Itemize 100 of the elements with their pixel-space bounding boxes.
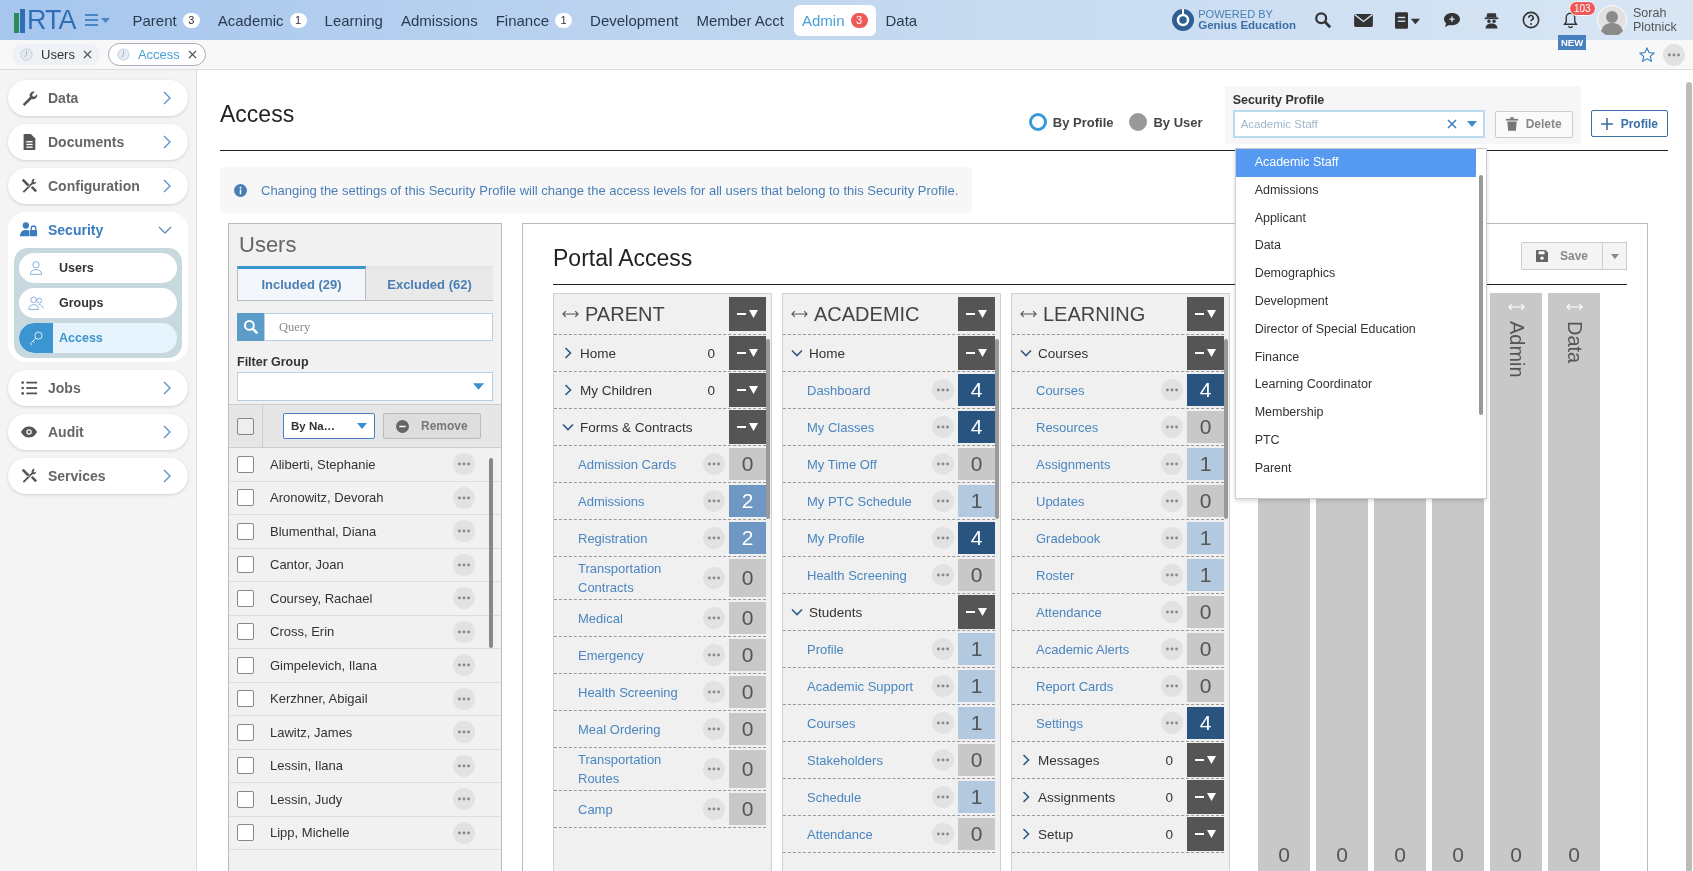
nav-tab[interactable]: Admin 3: [793, 4, 876, 36]
dropdown-option[interactable]: Academic Staff: [1235, 149, 1476, 177]
more-icon[interactable]: [453, 486, 475, 509]
filter-group-select[interactable]: [237, 372, 493, 401]
more-icon[interactable]: [932, 379, 954, 401]
page-link[interactable]: Academic Support: [807, 674, 928, 698]
dropdown-option[interactable]: Applicant: [1235, 204, 1476, 233]
scrollbar[interactable]: [766, 339, 770, 519]
nav-tab[interactable]: Member Acct: [688, 4, 792, 36]
access-level[interactable]: 4: [958, 411, 995, 443]
avatar-icon[interactable]: [1597, 5, 1627, 35]
page-link[interactable]: Camp: [578, 797, 699, 821]
submenu-item[interactable]: Groups: [19, 288, 177, 318]
checkbox[interactable]: [237, 690, 254, 708]
checkbox[interactable]: [237, 656, 254, 674]
checkbox[interactable]: [237, 589, 254, 607]
select-all-checkbox[interactable]: [237, 417, 254, 435]
sidebar-item[interactable]: Data: [8, 80, 188, 116]
more-icon[interactable]: [932, 638, 954, 660]
access-level[interactable]: 0: [1187, 411, 1224, 443]
more-icon[interactable]: [932, 749, 954, 771]
more-icon[interactable]: [1161, 379, 1183, 401]
checkbox[interactable]: [237, 522, 254, 540]
page-link[interactable]: Meal Ordering: [578, 717, 699, 741]
checkbox[interactable]: [237, 623, 254, 641]
more-icon[interactable]: [932, 712, 954, 734]
page-link[interactable]: Assignments: [1036, 452, 1157, 476]
sidebar-item[interactable]: Documents: [8, 124, 188, 160]
more-icon[interactable]: [453, 687, 475, 710]
more-icon[interactable]: [1161, 675, 1183, 697]
access-level[interactable]: 0: [729, 676, 766, 708]
page-link[interactable]: Courses: [807, 711, 928, 735]
nav-tab[interactable]: Admissions: [392, 4, 486, 36]
more-icon[interactable]: [453, 587, 475, 610]
radio-option[interactable]: By Profile: [1028, 113, 1114, 131]
more-icon[interactable]: [1161, 564, 1183, 586]
access-level[interactable]: 0: [958, 818, 995, 850]
more-icon[interactable]: [1161, 453, 1183, 475]
page-link[interactable]: Gradebook: [1036, 526, 1157, 550]
more-icon[interactable]: [932, 453, 954, 475]
access-level[interactable]: 4: [958, 374, 995, 406]
resize-arrows-icon[interactable]: [791, 310, 808, 318]
page-link[interactable]: Updates: [1036, 489, 1157, 513]
more-icon[interactable]: [932, 675, 954, 697]
access-level[interactable]: 1: [958, 485, 995, 517]
more-icon[interactable]: [1161, 712, 1183, 734]
more-icon[interactable]: [1161, 638, 1183, 660]
more-icon[interactable]: [453, 654, 475, 677]
collapsed-column[interactable]: Data 0: [1548, 293, 1600, 871]
access-menu-button[interactable]: [729, 410, 766, 444]
page-link[interactable]: Resources: [1036, 415, 1157, 439]
search-icon[interactable]: [1314, 11, 1332, 29]
access-level[interactable]: 0: [729, 713, 766, 745]
more-icon[interactable]: [703, 490, 725, 512]
more-icon[interactable]: [453, 788, 475, 811]
search-button[interactable]: [237, 313, 264, 341]
access-level[interactable]: 4: [1187, 707, 1224, 739]
page-link[interactable]: My PTC Schedule: [807, 489, 928, 513]
access-level[interactable]: 0: [729, 602, 766, 634]
delete-button[interactable]: Delete: [1494, 110, 1573, 138]
more-icon[interactable]: [932, 416, 954, 438]
scrollbar[interactable]: [1686, 82, 1692, 871]
star-icon[interactable]: [1639, 46, 1655, 63]
page-link[interactable]: Roster: [1036, 563, 1157, 587]
chevron-down-icon[interactable]: [562, 421, 574, 433]
clear-icon[interactable]: [1446, 119, 1457, 129]
chevron-down-icon[interactable]: [1020, 347, 1032, 359]
checkbox[interactable]: [237, 489, 254, 507]
access-level[interactable]: 0: [1187, 670, 1224, 702]
page-link[interactable]: Schedule: [807, 785, 928, 809]
page-link[interactable]: My Classes: [807, 415, 928, 439]
checkbox[interactable]: [237, 455, 254, 473]
tab[interactable]: Included (29): [237, 266, 366, 300]
page-link[interactable]: Admissions: [578, 489, 699, 513]
more-icon[interactable]: [703, 607, 725, 629]
chevron-down-icon[interactable]: [791, 606, 803, 618]
menu-icon[interactable]: [84, 13, 111, 27]
dropdown-option[interactable]: Demographics: [1235, 260, 1476, 288]
access-menu-button[interactable]: [729, 297, 766, 331]
access-level[interactable]: 0: [729, 559, 766, 597]
sidebar-item[interactable]: Audit: [8, 414, 188, 450]
page-link[interactable]: Transportation Routes: [578, 748, 699, 790]
page-link[interactable]: Admission Cards: [578, 452, 699, 476]
page-link[interactable]: Courses: [1036, 378, 1157, 402]
access-level[interactable]: 2: [729, 485, 766, 517]
more-icon[interactable]: [703, 681, 725, 703]
page-link[interactable]: My Profile: [807, 526, 928, 550]
checkbox[interactable]: [237, 824, 254, 842]
access-level[interactable]: 0: [958, 559, 995, 591]
more-icon[interactable]: [703, 453, 725, 475]
chevron-right-icon[interactable]: [562, 347, 574, 359]
close-icon[interactable]: [187, 50, 197, 59]
checkbox[interactable]: [237, 757, 254, 775]
page-link[interactable]: Attendance: [807, 822, 928, 846]
nav-tab[interactable]: Learning: [316, 4, 391, 36]
page-link[interactable]: Transportation Contracts: [578, 557, 699, 599]
resize-arrows-icon[interactable]: [1020, 310, 1037, 318]
more-icon[interactable]: [932, 564, 954, 586]
dropdown-option[interactable]: Data: [1235, 232, 1476, 261]
access-level[interactable]: 0: [1187, 485, 1224, 517]
